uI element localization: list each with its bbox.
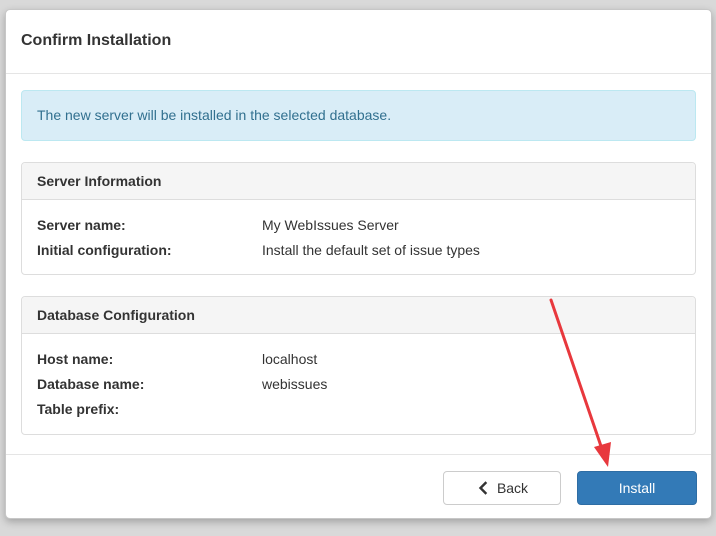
table-prefix-value (262, 401, 680, 426)
table-prefix-row: Table prefix: (37, 401, 680, 426)
database-name-label: Database name: (37, 376, 145, 392)
server-information-panel: Server Information Server name: My WebIs… (21, 162, 696, 275)
initial-configuration-label: Initial configuration: (37, 242, 172, 258)
database-name-value: webissues (262, 376, 328, 392)
server-name-label: Server name: (37, 217, 126, 233)
server-name-value: My WebIssues Server (262, 217, 399, 233)
dialog-footer: Back Install (6, 454, 711, 518)
initial-configuration-value: Install the default set of issue types (262, 242, 480, 258)
database-configuration-panel: Database Configuration Host name: localh… (21, 296, 696, 435)
install-button[interactable]: Install (577, 471, 697, 505)
database-name-row: Database name: webissues (37, 376, 680, 401)
install-button-label: Install (618, 480, 656, 496)
server-name-row: Server name: My WebIssues Server (37, 217, 680, 242)
server-information-heading: Server Information (22, 163, 695, 200)
chevron-left-icon (476, 481, 490, 495)
info-alert-text: The new server will be installed in the … (37, 107, 392, 123)
database-configuration-heading: Database Configuration (22, 297, 695, 334)
dialog-header: Confirm Installation (6, 10, 711, 74)
initial-configuration-row: Initial configuration: Install the defau… (37, 242, 680, 267)
confirm-installation-dialog: Confirm Installation The new server will… (5, 9, 712, 519)
host-name-row: Host name: localhost (37, 351, 680, 376)
back-button-label: Back (496, 480, 529, 496)
server-information-content: Server name: My WebIssues Server Initial… (22, 200, 695, 267)
dialog-body: The new server will be installed in the … (21, 90, 696, 435)
host-name-label: Host name: (37, 351, 114, 367)
back-button[interactable]: Back (443, 471, 561, 505)
table-prefix-label: Table prefix: (37, 401, 120, 417)
host-name-value: localhost (262, 351, 318, 367)
dialog-title: Confirm Installation (21, 32, 172, 49)
info-alert: The new server will be installed in the … (21, 90, 696, 141)
database-configuration-content: Host name: localhost Database name: webi… (22, 334, 695, 426)
